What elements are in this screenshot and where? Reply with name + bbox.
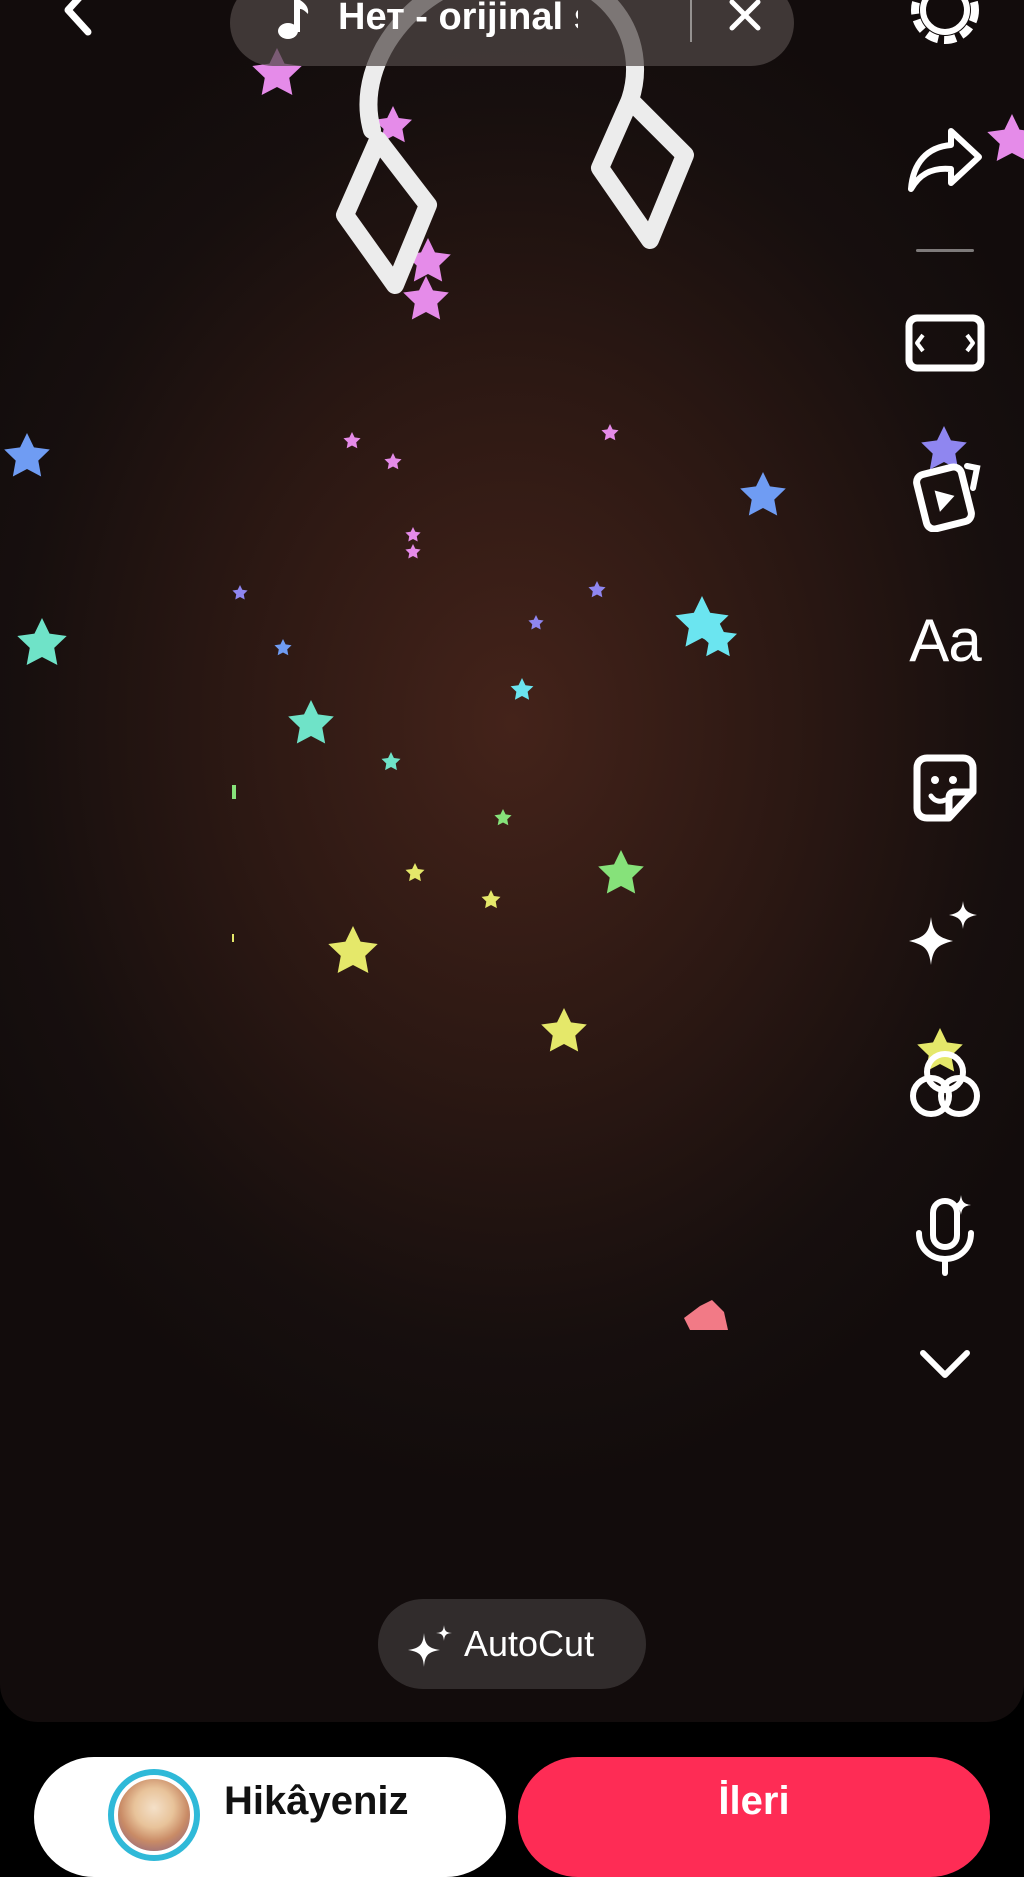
purple-blue-stars: [4, 426, 967, 656]
back-button[interactable]: [50, 0, 110, 40]
text-button[interactable]: Aa: [900, 596, 990, 686]
video-preview-canvas[interactable]: Нет - orijinal s...: [0, 0, 1024, 1722]
teal-cyan-stars: [17, 596, 737, 771]
aspect-ratio-button[interactable]: [900, 299, 990, 389]
music-selector[interactable]: Нет - orijinal s...: [230, 0, 794, 66]
stickers-button[interactable]: [900, 743, 990, 833]
voice-effects-button[interactable]: [900, 1190, 990, 1280]
voice-mic-icon: [916, 1195, 974, 1276]
templates-button[interactable]: [900, 447, 990, 537]
autocut-button[interactable]: AutoCut: [378, 1599, 646, 1689]
sticker-icon: [913, 754, 977, 822]
toolbar-divider: [916, 249, 974, 252]
next-label: İleri: [718, 1779, 790, 1823]
sparkle-icon: [909, 901, 977, 965]
chevron-down-icon: [920, 1350, 970, 1378]
autocut-label: AutoCut: [464, 1623, 595, 1664]
effects-button[interactable]: [900, 892, 990, 982]
your-story-label: Hikâyeniz: [224, 1779, 409, 1823]
music-divider: [690, 0, 692, 42]
chevron-left-icon: [64, 0, 92, 36]
green-yellow-stars: [232, 785, 963, 1072]
star-effect-overlay: [4, 48, 1024, 1330]
settings-button[interactable]: [900, 0, 990, 55]
music-title: Нет - orijinal s...: [338, 0, 578, 38]
share-button[interactable]: [900, 115, 990, 205]
text-icon: Aa: [909, 607, 981, 674]
remove-music-button[interactable]: [720, 0, 770, 42]
share-arrow-icon: [908, 128, 982, 192]
next-button[interactable]: İleri: [518, 1757, 990, 1877]
video-cards-icon: [913, 463, 981, 532]
more-tools-button[interactable]: [900, 1318, 990, 1408]
avatar: [108, 1769, 200, 1861]
avatar-image: [114, 1775, 194, 1855]
music-note-icon: [278, 0, 309, 39]
filters-icon: [910, 1051, 980, 1117]
your-story-button[interactable]: Hikâyeniz: [34, 1757, 506, 1877]
close-icon: [729, 0, 761, 31]
screen-ratio-icon: [905, 314, 985, 372]
filters-button[interactable]: [900, 1041, 990, 1131]
gear-icon: [911, 0, 979, 44]
red-star: [684, 1300, 728, 1330]
sparkle-icon: [408, 1625, 452, 1667]
